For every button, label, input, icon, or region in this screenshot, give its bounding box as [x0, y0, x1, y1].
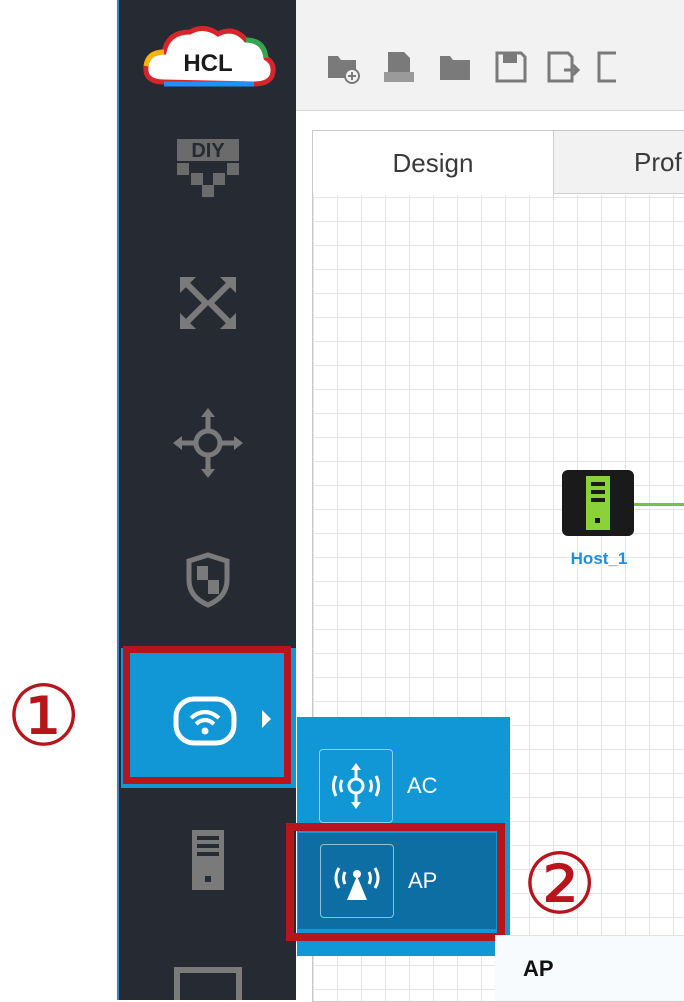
properties-panel: AP	[495, 935, 684, 1001]
edit-document-icon[interactable]	[382, 50, 416, 84]
toolbar	[296, 0, 684, 111]
new-folder-icon[interactable]	[326, 50, 360, 84]
callout-step-1: ①	[6, 667, 82, 765]
export-icon[interactable]	[596, 50, 616, 84]
panel-title: AP	[523, 956, 554, 981]
tab-bar: Design Prof	[313, 131, 684, 195]
step1-highlight	[123, 646, 291, 784]
server-icon	[191, 830, 224, 890]
logo-text: HCL	[183, 50, 232, 77]
callout-step-2: ②	[522, 835, 598, 933]
open-folder-icon[interactable]	[438, 50, 472, 84]
host-label[interactable]: Host_1	[544, 549, 654, 569]
move-arrows-icon	[172, 408, 243, 478]
diy-icon: DIY	[176, 139, 239, 197]
sidebar-item-router[interactable]	[119, 403, 296, 483]
menu-item-ac-label: AC	[407, 773, 438, 798]
host-device[interactable]	[562, 470, 634, 536]
menu-item-ac[interactable]: AC	[319, 748, 497, 824]
step2-highlight	[286, 823, 505, 941]
sidebar-item-switch[interactable]	[119, 268, 296, 338]
hcl-logo: HCL	[119, 10, 296, 110]
host-server-icon	[586, 476, 610, 530]
save-icon[interactable]	[494, 50, 528, 84]
shield-icon	[186, 552, 229, 608]
sidebar-item-firewall[interactable]	[119, 540, 296, 620]
svg-text:DIY: DIY	[191, 140, 225, 162]
sidebar-item-host[interactable]	[119, 820, 296, 900]
ac-device-icon	[319, 749, 393, 823]
link-line	[634, 503, 684, 506]
tab-design[interactable]: Design	[313, 131, 554, 195]
cross-arrows-icon	[179, 277, 236, 329]
monitor-icon	[173, 967, 242, 1000]
sidebar: HCL DIY	[119, 0, 296, 1000]
sidebar-item-diy[interactable]: DIY	[119, 130, 296, 210]
save-as-icon[interactable]	[546, 50, 580, 84]
sidebar-item-monitor[interactable]	[119, 960, 296, 1000]
tab-profile[interactable]: Prof	[554, 131, 684, 194]
